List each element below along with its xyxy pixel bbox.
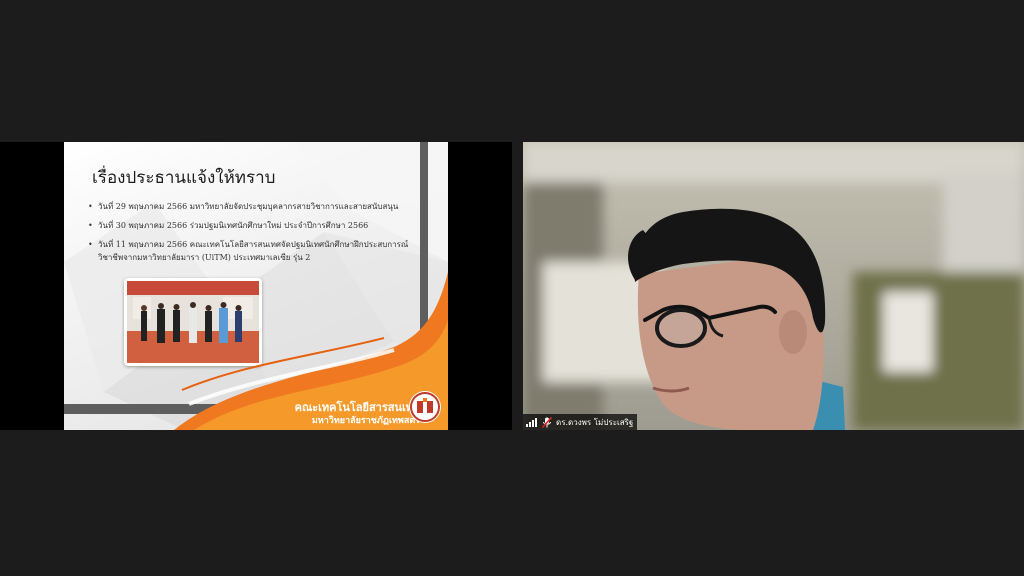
mic-muted-icon — [542, 416, 552, 428]
university-name: มหาวิทยาลัยราชภัฏเทพสตรี — [311, 416, 420, 426]
participant-video-feed — [523, 142, 1024, 430]
faculty-logo-icon — [409, 391, 441, 423]
slide-orange-swoosh — [174, 272, 448, 430]
participant-name: ดร.ดวงพร โม่ประเสริฐ — [556, 417, 634, 427]
participant-video-tile[interactable]: ดร.ดวงพร โม่ประเสริฐ — [523, 142, 1024, 430]
screen-share-tile[interactable]: เรื่องประธานแจ้งให้ทราบ วันที่ 29 พฤษภาค… — [0, 142, 512, 430]
signal-bars-icon — [526, 418, 537, 427]
participant-name-tag: ดร.ดวงพร โม่ประเสริฐ — [523, 414, 638, 430]
presentation-slide: เรื่องประธานแจ้งให้ทราบ วันที่ 29 พฤษภาค… — [64, 142, 448, 430]
